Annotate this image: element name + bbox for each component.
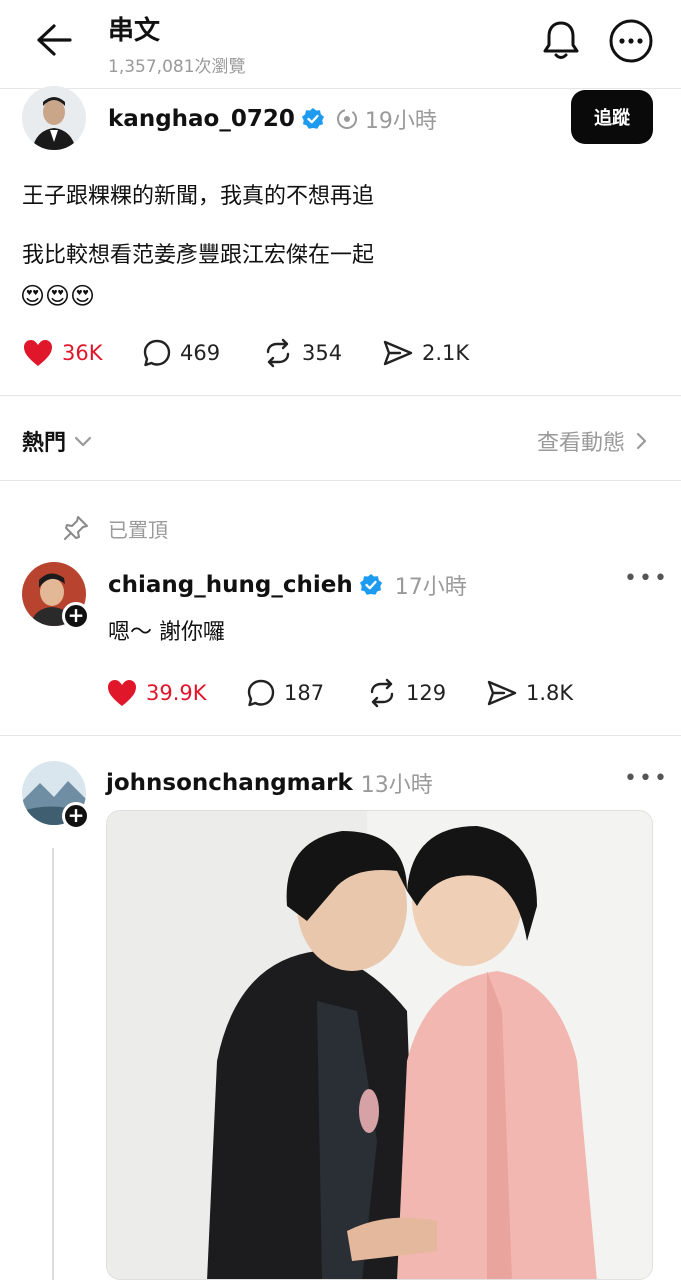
- reply1-like-count: 39.9K: [146, 681, 207, 705]
- view-activity-link[interactable]: 查看動態: [537, 424, 651, 458]
- sort-dropdown[interactable]: 熱門: [22, 424, 94, 458]
- post-text-line2: 我比較想看范姜彥豐跟江宏傑在一起: [22, 243, 375, 268]
- pin-icon: [64, 516, 88, 540]
- view-count: 1,357,081次瀏覽: [108, 57, 246, 77]
- comment-icon: [143, 339, 171, 367]
- back-arrow-icon[interactable]: [34, 22, 74, 58]
- reply1-like-button[interactable]: 39.9K: [106, 678, 246, 708]
- repost-count: 354: [302, 341, 343, 365]
- reply1-repost-count: 129: [406, 681, 447, 705]
- share-button[interactable]: 2.1K: [382, 338, 502, 368]
- reply1-comment-button[interactable]: 187: [246, 678, 366, 708]
- heart-filled-icon: [24, 340, 52, 366]
- post-text-line1: 王子跟粿粿的新聞，我真的不想再追: [22, 184, 375, 209]
- reply1-comment-count: 187: [284, 681, 325, 705]
- verified-badge-icon: [359, 573, 383, 597]
- comment-button[interactable]: 469: [142, 338, 262, 368]
- post-username[interactable]: kanghao_0720: [108, 106, 295, 132]
- thread-line: [52, 848, 54, 1280]
- share-count: 2.1K: [422, 341, 470, 365]
- follow-plus-icon[interactable]: +: [62, 802, 90, 830]
- follow-button[interactable]: 追蹤: [571, 90, 653, 144]
- reply1-share-button[interactable]: 1.8K: [486, 678, 606, 708]
- more-dots-icon[interactable]: •••: [624, 766, 669, 791]
- post-emojis: 😍😍😍: [20, 282, 96, 310]
- follow-plus-icon[interactable]: +: [62, 602, 90, 630]
- reply2-username[interactable]: johnsonchangmark: [106, 770, 353, 796]
- chevron-right-icon: [636, 432, 647, 450]
- pinned-label: 已置頂: [108, 517, 168, 542]
- page-title: 串文: [108, 16, 161, 46]
- activity-label: 查看動態: [536, 431, 625, 456]
- chevron-down-icon: [74, 436, 92, 447]
- like-count: 36K: [62, 341, 103, 365]
- post-time: 19小時: [364, 109, 437, 134]
- comment-count: 469: [180, 341, 221, 365]
- reply1-repost-button[interactable]: 129: [366, 678, 486, 708]
- reply1-text: 嗯～ 謝你囉: [108, 620, 225, 645]
- repost-circle-icon: [335, 107, 359, 131]
- send-icon: [383, 340, 413, 366]
- more-options-icon[interactable]: [608, 18, 654, 64]
- post-photo[interactable]: [106, 810, 653, 1280]
- like-button[interactable]: 36K: [22, 338, 142, 368]
- sort-label: 熱門: [22, 431, 67, 456]
- reply1-share-count: 1.8K: [526, 681, 574, 705]
- repost-icon: [370, 678, 394, 708]
- send-icon: [487, 680, 517, 706]
- more-dots-icon[interactable]: •••: [624, 566, 669, 591]
- reply1-time: 17小時: [394, 575, 467, 600]
- reply1-username[interactable]: chiang_hung_chieh: [108, 572, 353, 598]
- comment-icon: [247, 679, 275, 707]
- bell-icon[interactable]: [540, 18, 582, 62]
- repost-button[interactable]: 354: [262, 338, 382, 368]
- heart-filled-icon: [108, 680, 136, 706]
- repost-icon: [266, 338, 290, 368]
- reply2-time: 13小時: [360, 773, 433, 798]
- verified-badge-icon: [301, 107, 325, 131]
- avatar[interactable]: [22, 86, 86, 150]
